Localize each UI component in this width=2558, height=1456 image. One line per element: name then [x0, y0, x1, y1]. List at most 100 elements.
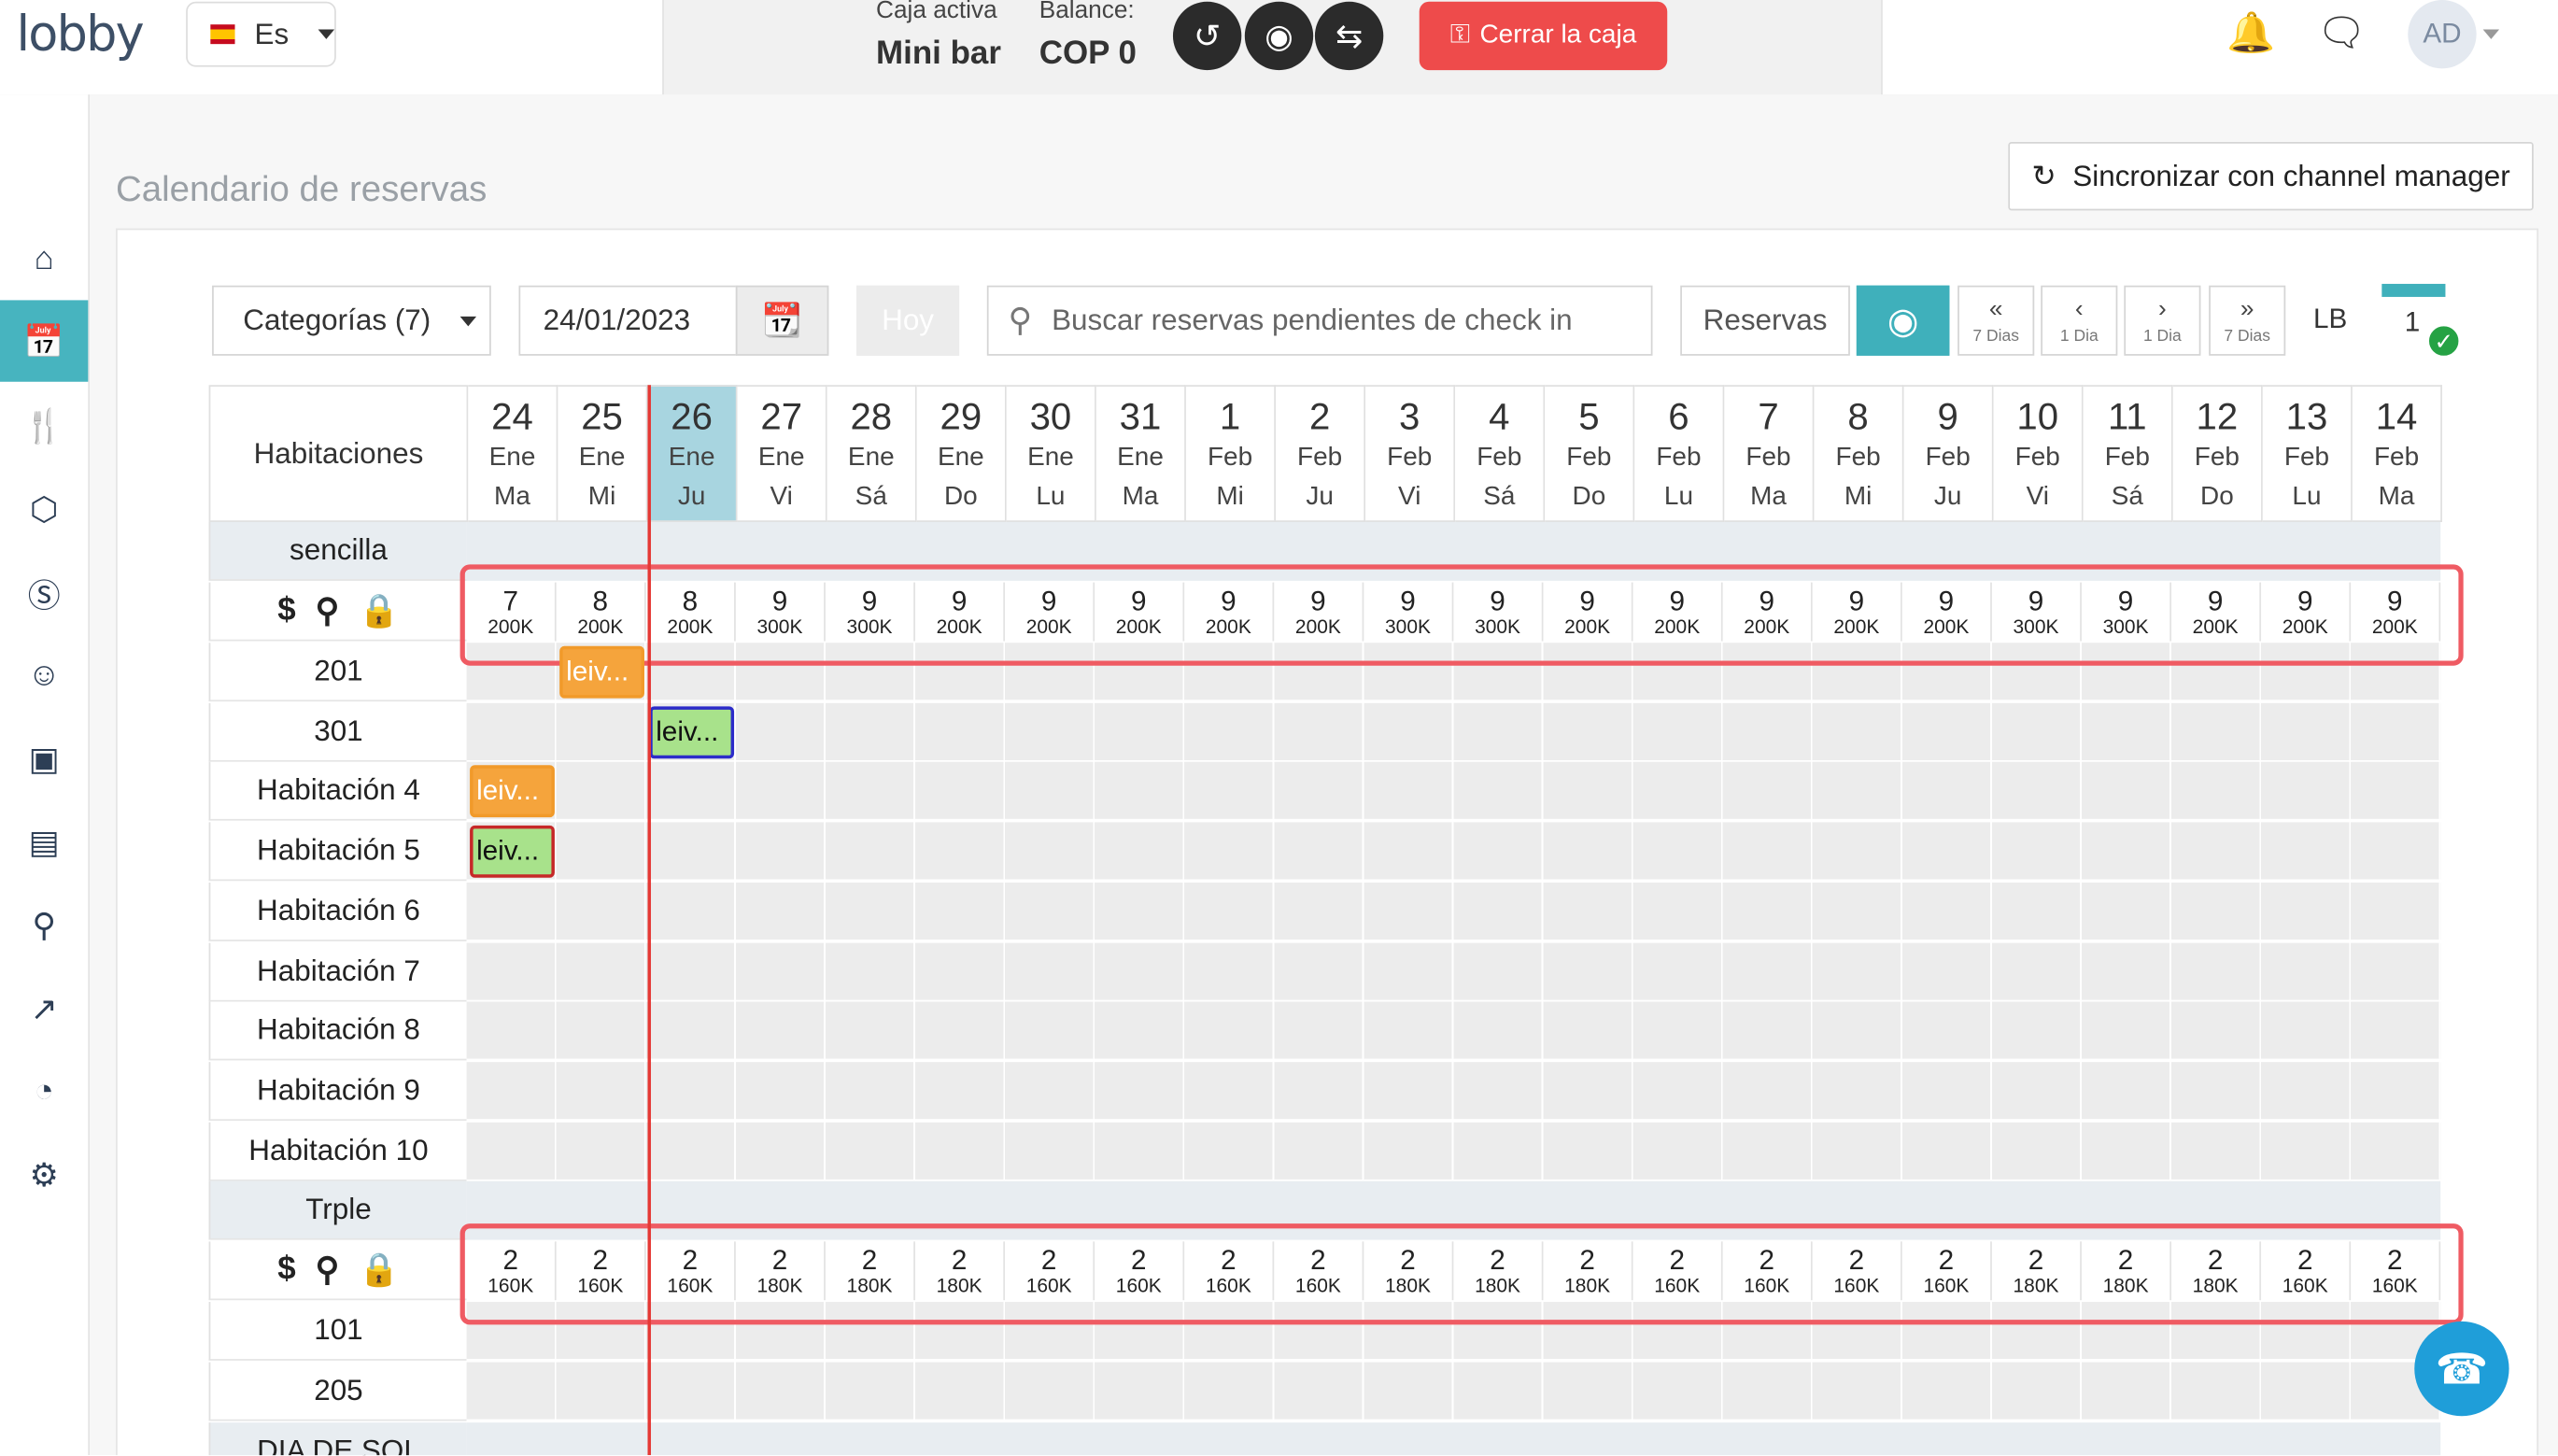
date-header-cell[interactable]: 3 Feb Vi — [1365, 385, 1456, 522]
room-row[interactable] — [466, 1061, 2441, 1121]
restaurant-icon[interactable]: 🍴 — [0, 385, 88, 466]
lock-icon[interactable]: 🔒 — [359, 590, 400, 631]
date-header-cell[interactable]: 24 Ene Ma — [468, 385, 558, 522]
date-month: Feb — [1207, 444, 1253, 472]
date-header-cell[interactable]: 30 Ene Lu — [1006, 385, 1096, 522]
date-header-cell[interactable]: 4 Feb Sá — [1455, 385, 1546, 522]
bell-icon[interactable]: 🔔 — [2226, 9, 2275, 57]
settings-icon[interactable]: ⚙ — [0, 1134, 88, 1215]
date-header-cell[interactable]: 25 Ene Mi — [558, 385, 648, 522]
booking-block[interactable]: leiv... — [470, 765, 555, 818]
date-header-cell[interactable]: 2 Feb Ju — [1275, 385, 1366, 522]
date-number: 28 — [850, 394, 893, 438]
date-header-cell[interactable]: 31 Ene Ma — [1095, 385, 1186, 522]
date-header-cell[interactable]: 8 Feb Mi — [1814, 385, 1904, 522]
date-month: Feb — [2014, 444, 2060, 472]
availability-row-tools: $ ⚲ 🔒 — [208, 582, 467, 642]
date-number: 29 — [940, 394, 982, 438]
pie-chart-icon[interactable]: ◔ — [0, 1051, 88, 1132]
date-month: Feb — [1835, 444, 1881, 472]
categories-select[interactable]: Categorías (7) — [212, 285, 491, 356]
date-number: 26 — [671, 394, 713, 438]
search-icon[interactable]: ⚲ — [316, 1251, 340, 1292]
date-header-cell[interactable]: 14 Feb Ma — [2352, 385, 2442, 522]
avatar[interactable]: AD — [2408, 0, 2477, 69]
support-icon[interactable]: ☎ — [2414, 1321, 2509, 1417]
date-header-cell[interactable]: 12 Feb Do — [2172, 385, 2263, 522]
date-header-cell[interactable]: 6 Feb Lu — [1634, 385, 1725, 522]
chevron-right-icon: › — [2158, 295, 2167, 323]
notification-count[interactable]: 1 — [2405, 306, 2421, 339]
room-row[interactable] — [466, 1122, 2441, 1180]
date-month: Feb — [2104, 444, 2150, 472]
date-header-cell[interactable]: 1 Feb Mi — [1185, 385, 1276, 522]
date-header-cell[interactable]: 5 Feb Do — [1545, 385, 1635, 522]
date-header-cell[interactable]: 7 Feb Ma — [1724, 385, 1815, 522]
sync-channel-manager-button[interactable]: ↻ Sincronizar con channel manager — [2008, 141, 2534, 211]
room-row[interactable] — [466, 1362, 2441, 1421]
date-header-cell[interactable]: 27 Ene Vi — [737, 385, 827, 522]
date-input[interactable]: 24/01/2023 — [518, 285, 738, 356]
room-row[interactable] — [466, 822, 2441, 882]
users-icon[interactable]: ☺ — [0, 635, 88, 716]
calendar-picker-icon[interactable]: 📆 — [735, 285, 829, 356]
calendar-icon[interactable]: 📅 — [0, 300, 89, 382]
booking-block[interactable]: leiv... — [649, 705, 735, 758]
money-icon[interactable]: Ⓢ — [0, 551, 88, 632]
chevron-down-icon[interactable] — [2482, 29, 2500, 39]
category-label: Trple — [208, 1181, 467, 1241]
today-button[interactable]: Hoy — [856, 285, 960, 356]
dollar-icon[interactable]: $ — [277, 1251, 295, 1289]
contact-card-icon[interactable]: ▣ — [0, 718, 88, 799]
search-icon[interactable]: ⚲ — [316, 590, 340, 631]
chart-line-icon[interactable]: ↗ — [0, 968, 88, 1049]
sync-label: Sincronizar con channel manager — [2072, 159, 2510, 192]
date-number: 13 — [2285, 394, 2328, 438]
chat-icon[interactable]: 🗨 — [2316, 9, 2366, 57]
eye-icon[interactable]: ◉ — [1244, 1, 1314, 71]
booking-block[interactable]: leiv... — [470, 826, 555, 878]
clipboard-icon[interactable]: ▤ — [0, 801, 88, 883]
date-weekday: Sá — [1483, 483, 1516, 511]
room-label: 101 — [208, 1302, 467, 1362]
date-header-cell[interactable]: 11 Feb Sá — [2083, 385, 2173, 522]
date-weekday: Sá — [2111, 483, 2143, 511]
date-header-cell[interactable]: 26 Ene Ju — [647, 385, 738, 522]
booking-block[interactable]: leiv... — [559, 645, 644, 699]
room-row[interactable] — [466, 762, 2441, 822]
history-icon[interactable]: ↺ — [1172, 1, 1242, 71]
date-number: 4 — [1489, 394, 1510, 438]
date-header-cell[interactable]: 29 Ene Do — [916, 385, 1007, 522]
lock-icon[interactable]: 🔒 — [359, 1251, 400, 1292]
room-row[interactable] — [466, 882, 2441, 941]
room-label: 301 — [208, 702, 467, 762]
dollar-icon[interactable]: $ — [277, 592, 295, 629]
date-month: Feb — [1477, 444, 1522, 472]
box-icon[interactable]: ⬡ — [0, 468, 88, 549]
date-month: Ene — [578, 444, 626, 472]
notification-bar — [2381, 283, 2446, 297]
transfer-icon[interactable]: ⇆ — [1314, 1, 1384, 71]
search-input[interactable]: ⚲ Buscar reservas pendientes de check in — [986, 285, 1653, 356]
top-bar: lobby Es Caja activa Mini bar Balance: C… — [0, 0, 2558, 97]
reservas-button[interactable]: Reservas — [1680, 285, 1850, 356]
language-selector[interactable]: Es — [186, 1, 336, 67]
categories-label: Categorías (7) — [243, 303, 431, 336]
close-register-button[interactable]: ⚿ Cerrar la caja — [1419, 1, 1668, 71]
back-1-day-button[interactable]: ‹ 1 Dia — [2041, 285, 2118, 356]
room-row[interactable] — [466, 941, 2441, 1001]
back-7-days-button[interactable]: « 7 Dias — [1957, 285, 2035, 356]
search-icon: ⚲ — [1008, 303, 1033, 340]
forward-7-days-button[interactable]: » 7 Dias — [2209, 285, 2286, 356]
date-header-cell[interactable]: 28 Ene Sá — [827, 385, 917, 522]
room-row[interactable] — [466, 702, 2441, 762]
room-row[interactable] — [466, 1001, 2441, 1061]
date-header-cell[interactable]: 13 Feb Lu — [2262, 385, 2353, 522]
date-header-cell[interactable]: 9 Feb Ju — [1903, 385, 1994, 522]
lb-button[interactable]: LB — [2313, 304, 2347, 336]
home-icon[interactable]: ⌂ — [0, 219, 88, 300]
forward-1-day-button[interactable]: › 1 Dia — [2124, 285, 2201, 356]
search-icon[interactable]: ⚲ — [0, 884, 88, 966]
date-header-cell[interactable]: 10 Feb Vi — [1993, 385, 2084, 522]
eye-toggle-icon[interactable]: ◉ — [1856, 285, 1950, 356]
